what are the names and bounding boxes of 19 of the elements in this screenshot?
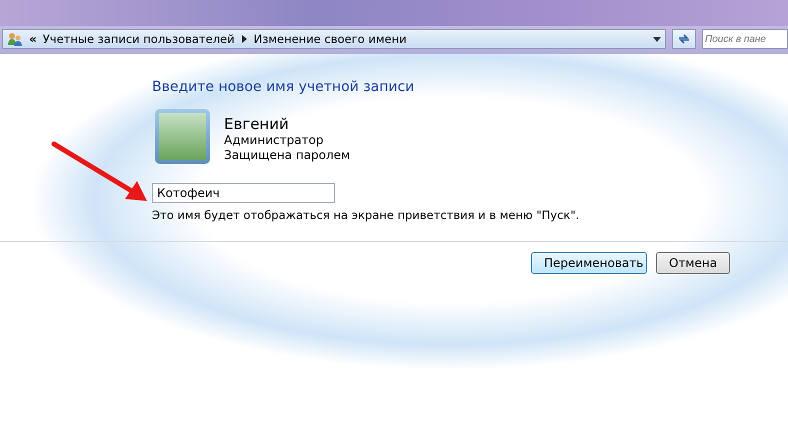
breadcrumb-item[interactable]: Учетные записи пользователей [42, 32, 235, 46]
hint-text: Это имя будет отображаться на экране приветствия и в меню "Пуск". [152, 208, 580, 222]
address-bar[interactable]: « Учетные записи пользователей Изменение своего имени [2, 29, 666, 49]
account-name: Евгений [224, 115, 290, 133]
cancel-button[interactable]: Отмена [656, 252, 730, 274]
avatar-picture [155, 109, 210, 164]
refresh-button[interactable] [672, 29, 696, 49]
name-input-field[interactable]: Котофеич [152, 183, 335, 203]
chevron-icon[interactable] [242, 35, 247, 43]
search-field[interactable]: Поиск в пане [702, 29, 788, 49]
account-role: Администратор [224, 133, 325, 148]
users-icon [7, 31, 23, 47]
refresh-arrows-icon [677, 32, 691, 46]
page-heading: Введите новое имя учетной записи [152, 79, 416, 95]
account-protection: Защищена паролем [224, 148, 350, 163]
rename-button[interactable]: Переименовать [531, 252, 647, 274]
breadcrumb-item[interactable]: Изменение своего имени [254, 32, 407, 46]
overflow-chevron[interactable]: « [29, 32, 37, 46]
dropdown-caret-icon[interactable] [653, 36, 661, 42]
